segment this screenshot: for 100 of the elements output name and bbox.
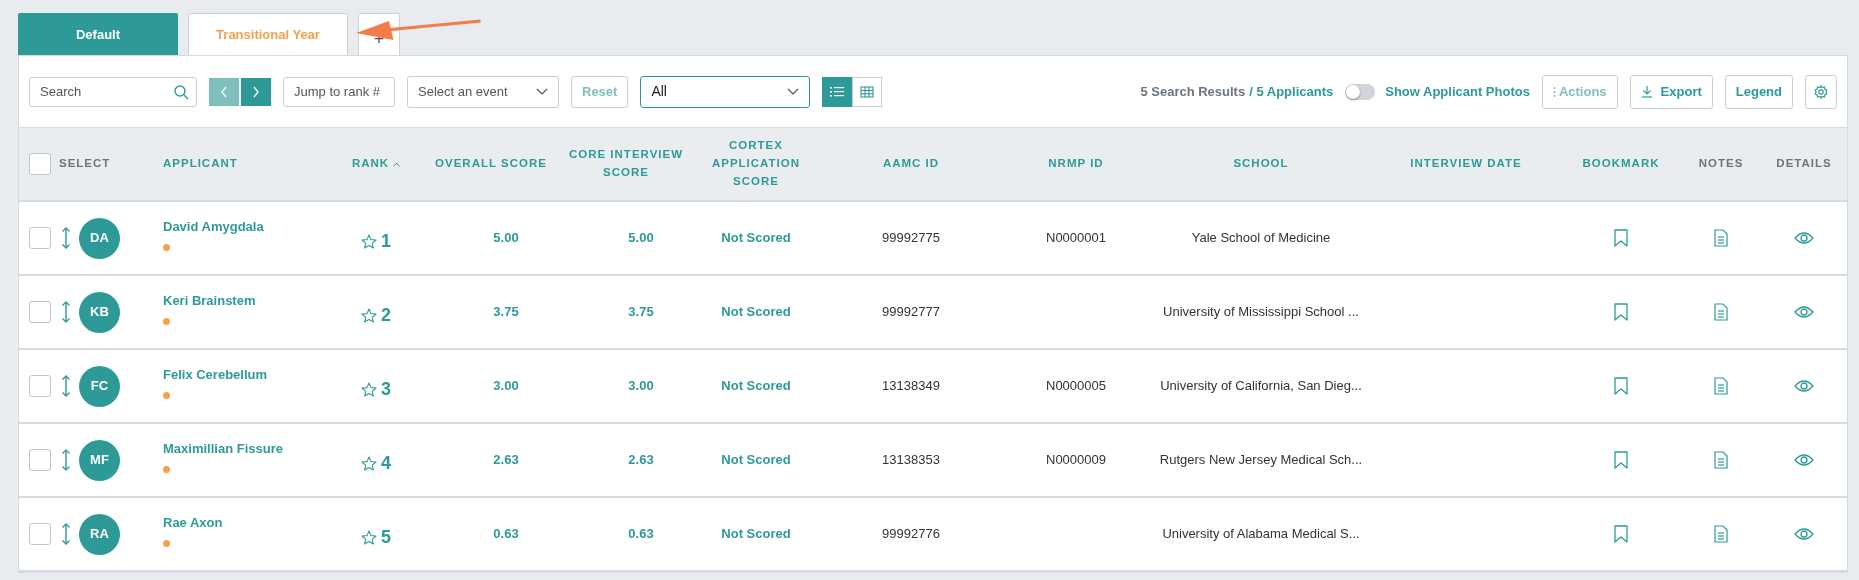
row-checkbox[interactable] — [29, 449, 51, 471]
document-icon[interactable] — [1714, 451, 1728, 469]
legend-button[interactable]: Legend — [1724, 74, 1793, 109]
photos-toggle[interactable] — [1345, 83, 1376, 100]
rank-number: 1 — [381, 229, 391, 253]
row-checkbox[interactable] — [29, 523, 51, 545]
star-icon[interactable] — [361, 381, 377, 397]
star-icon[interactable] — [361, 529, 377, 545]
search-field[interactable]: Search — [29, 76, 197, 107]
school-name: University of Mississippi School ... — [1163, 304, 1359, 320]
score-status: Not Scored — [721, 230, 791, 246]
star-icon[interactable] — [361, 307, 377, 323]
column-header[interactable]: AAMC ID — [821, 155, 1001, 173]
aamc-id: 99992775 — [882, 230, 940, 246]
eye-icon[interactable] — [1794, 305, 1814, 319]
settings-icon — [1814, 84, 1828, 99]
score: 0.63 — [493, 526, 519, 542]
eye-icon[interactable] — [1794, 231, 1814, 245]
list-icon — [830, 85, 845, 98]
search-icon — [174, 84, 189, 100]
school-name: Yale School of Medicine — [1191, 230, 1331, 246]
grid-view-button[interactable] — [852, 76, 883, 107]
document-icon[interactable] — [1714, 377, 1728, 395]
aamc-id: 13138353 — [882, 452, 940, 468]
avatar: RA — [79, 513, 120, 555]
export-button[interactable]: Export — [1629, 74, 1713, 109]
tab[interactable]: Transitional Year — [188, 13, 348, 55]
applicant-name[interactable]: Keri Brainstem — [163, 290, 331, 311]
eye-icon[interactable] — [1794, 527, 1814, 541]
jump-field[interactable]: Jump to rank # — [283, 76, 395, 107]
chevron-down-icon — [787, 87, 800, 96]
settings-button[interactable] — [1805, 74, 1837, 109]
row-checkbox[interactable] — [29, 227, 51, 249]
score-status: Not Scored — [721, 526, 791, 542]
filter-select[interactable]: All — [640, 75, 811, 108]
column-header[interactable]: APPLICANT — [151, 155, 331, 173]
bookmark-icon[interactable] — [1614, 451, 1628, 469]
drag-handle-icon[interactable] — [61, 374, 71, 398]
column-header: DETAILS — [1775, 156, 1833, 172]
avatar: FC — [79, 365, 120, 407]
drag-handle-icon[interactable] — [61, 522, 71, 546]
score-status: Not Scored — [721, 304, 791, 320]
nrmp-id: N0000001 — [1046, 230, 1106, 246]
bookmark-icon[interactable] — [1614, 229, 1628, 247]
column-header[interactable]: OVERALL SCORE — [421, 155, 561, 173]
eye-icon[interactable] — [1794, 379, 1814, 393]
eye-icon[interactable] — [1794, 453, 1814, 467]
column-header[interactable]: CORE INTERVIEW SCORE — [561, 146, 691, 182]
score: 3.00 — [493, 378, 519, 394]
score-status: Not Scored — [721, 378, 791, 394]
avatar: KB — [79, 291, 120, 333]
school-name: University of California, San Dieg... — [1160, 378, 1362, 394]
bookmark-icon[interactable] — [1614, 377, 1628, 395]
chevron-right-icon — [252, 85, 260, 98]
list-view-button[interactable] — [822, 76, 853, 107]
download-icon — [1640, 85, 1653, 98]
score: 5.00 — [628, 230, 654, 246]
document-icon[interactable] — [1714, 525, 1728, 543]
score: 0.63 — [628, 526, 654, 542]
score-status: Not Scored — [721, 452, 791, 468]
applicant-name[interactable]: Maximillian Fissure — [163, 438, 331, 459]
select-all-checkbox[interactable] — [29, 153, 51, 175]
star-icon[interactable] — [361, 455, 377, 471]
grid-icon — [860, 85, 875, 98]
row-checkbox[interactable] — [29, 375, 51, 397]
star-icon[interactable] — [361, 233, 377, 249]
school-name: University of Alabama Medical S... — [1162, 526, 1360, 542]
column-header[interactable]: NRMP ID — [1001, 155, 1151, 173]
column-header[interactable]: RANK — [351, 155, 390, 173]
column-header[interactable]: BOOKMARK — [1561, 155, 1681, 173]
nrmp-id: N0000009 — [1046, 452, 1106, 468]
applicant-name[interactable]: David Amygdala — [163, 216, 331, 237]
column-header: NOTES — [1697, 156, 1745, 172]
aamc-id: 99992777 — [882, 304, 940, 320]
column-header[interactable]: INTERVIEW DATE — [1371, 155, 1561, 173]
bookmark-icon[interactable] — [1614, 303, 1628, 321]
bookmark-icon[interactable] — [1614, 525, 1628, 543]
results-count: 5 Search Results — [1140, 82, 1246, 101]
score: 5.00 — [493, 230, 519, 246]
aamc-id: 13138349 — [882, 378, 940, 394]
row-checkbox[interactable] — [29, 301, 51, 323]
next-button[interactable] — [241, 77, 271, 106]
column-header[interactable]: SCHOOL — [1151, 155, 1371, 173]
chevron-left-icon — [220, 85, 228, 98]
column-header: SELECT — [59, 156, 111, 172]
score: 3.00 — [628, 378, 654, 394]
document-icon[interactable] — [1714, 229, 1728, 247]
drag-handle-icon[interactable] — [61, 226, 71, 250]
document-icon[interactable] — [1714, 303, 1728, 321]
tab[interactable]: Default — [18, 13, 178, 55]
applicant-name[interactable]: Rae Axon — [163, 512, 331, 533]
column-header[interactable]: CORTEX APPLICATION SCORE — [691, 137, 821, 191]
rank-number: 4 — [381, 451, 391, 475]
event-select[interactable]: Select an event — [407, 75, 559, 108]
drag-handle-icon[interactable] — [61, 448, 71, 472]
drag-handle-icon[interactable] — [61, 300, 71, 324]
avatar: DA — [79, 217, 120, 259]
applicant-name[interactable]: Felix Cerebellum — [163, 364, 331, 385]
nrmp-id: N0000005 — [1046, 378, 1106, 394]
rank-number: 5 — [381, 525, 391, 549]
